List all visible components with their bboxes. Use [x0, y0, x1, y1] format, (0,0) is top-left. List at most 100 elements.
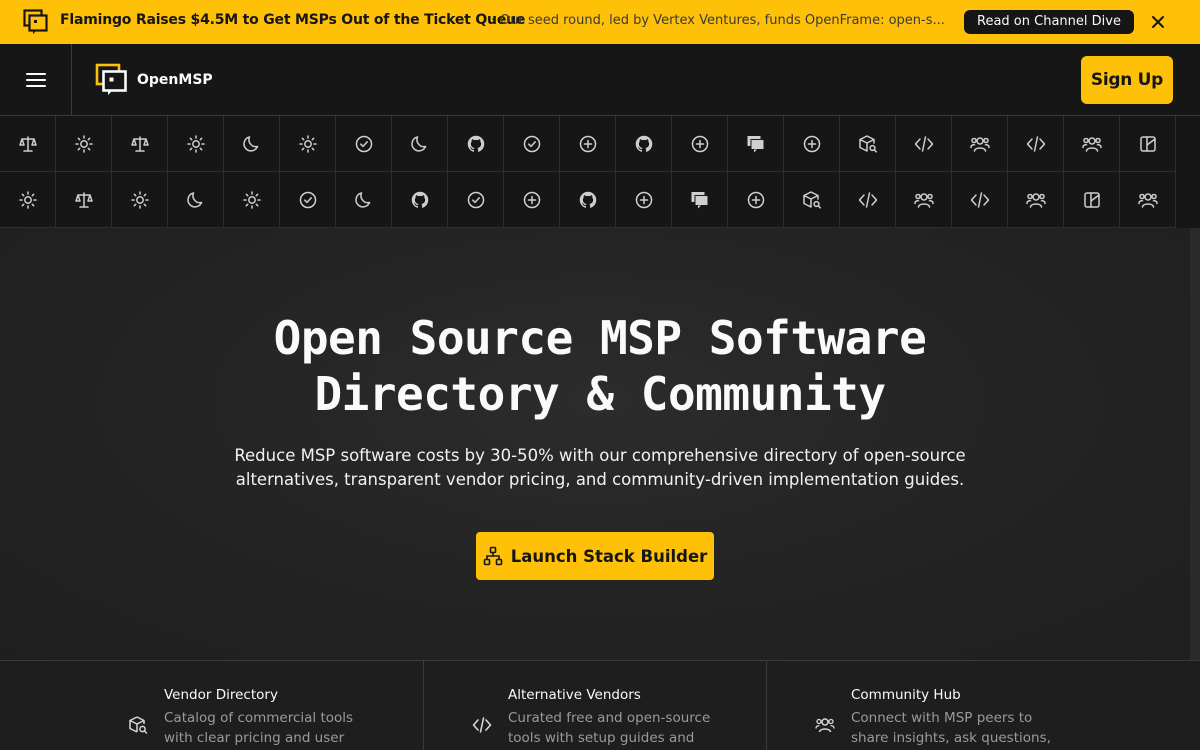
icon-grid-cell [168, 116, 224, 172]
layout-icon [1083, 191, 1100, 208]
icon-grid-cell [728, 116, 784, 172]
github-icon [467, 135, 484, 152]
icon-grid-cell [1064, 116, 1120, 172]
icon-grid-cell [392, 116, 448, 172]
icon-grid-cell [840, 116, 896, 172]
sun-icon [130, 190, 149, 209]
icon-grid-cell [168, 172, 224, 228]
github-icon [635, 135, 652, 152]
code-icon [914, 135, 933, 152]
sun-icon [18, 190, 37, 209]
icon-grid-cell [56, 172, 112, 228]
box-search-icon [858, 134, 877, 153]
icon-grid-cell [336, 172, 392, 228]
menu-button[interactable] [0, 44, 72, 115]
sign-up-button[interactable]: Sign Up [1081, 56, 1173, 104]
users-icon [969, 136, 990, 152]
icon-grid-cell [112, 172, 168, 228]
icon-grid-cell [448, 172, 504, 228]
hero-section: Open Source MSP Software Directory & Com… [0, 228, 1200, 660]
feature-divider [766, 661, 767, 750]
hero-subtitle: Reduce MSP software costs by 30-50% with… [190, 444, 1010, 492]
icon-grid-cell [1120, 172, 1176, 228]
icon-grid-cell [504, 172, 560, 228]
plus-circle-icon [803, 135, 820, 152]
check-circle-icon [355, 135, 372, 152]
icon-grid-cell [1008, 172, 1064, 228]
users-icon [913, 192, 934, 208]
icon-grid-cell [728, 172, 784, 228]
code-icon [858, 191, 877, 208]
feature-description: Connect with MSP peers to share insights… [851, 710, 1051, 746]
icon-grid-cell [224, 116, 280, 172]
scale-icon [74, 191, 93, 208]
feature-description: Curated free and open-source tools with … [508, 710, 711, 746]
github-icon [579, 191, 596, 208]
icon-grid-cell [840, 172, 896, 228]
read-on-channel-dive-button[interactable]: Read on Channel Dive [964, 10, 1134, 34]
users-icon [1025, 192, 1046, 208]
launch-stack-builder-button[interactable]: Launch Stack Builder [476, 532, 714, 580]
icon-grid-cell [0, 172, 56, 228]
brand-logo[interactable]: OpenMSP [95, 63, 213, 97]
moon-icon [410, 135, 426, 152]
hero-title: Open Source MSP Software Directory & Com… [100, 310, 1100, 422]
users-icon [1137, 192, 1158, 208]
icon-grid-cell [112, 116, 168, 172]
plus-circle-icon [747, 191, 764, 208]
feature-divider [423, 661, 424, 750]
icon-grid-cell [448, 116, 504, 172]
users-icon [1081, 136, 1102, 152]
code-icon [472, 717, 492, 733]
hero-title-line: Directory & Community [314, 367, 886, 421]
scale-icon [130, 135, 149, 152]
hero-title-line: Open Source MSP Software [273, 311, 927, 365]
icon-grid-cell [392, 172, 448, 228]
box-search-icon [802, 190, 821, 209]
scale-icon [18, 135, 37, 152]
icon-grid-cell [280, 116, 336, 172]
icon-grid-cell [616, 172, 672, 228]
feature-card-alternative-vendors[interactable]: Alternative Vendors Curated free and ope… [472, 661, 752, 750]
icon-grid-cell [672, 172, 728, 228]
announcement-separator: · [491, 12, 496, 28]
feature-title: Alternative Vendors [508, 687, 641, 703]
plus-circle-icon [691, 135, 708, 152]
feature-card-vendor-directory[interactable]: Vendor Directory Catalog of commercial t… [128, 661, 408, 750]
feature-title: Vendor Directory [164, 687, 278, 703]
icon-grid-cell [56, 116, 112, 172]
moon-icon [242, 135, 258, 152]
scrollbar[interactable] [1190, 228, 1200, 660]
icon-grid-cell [1064, 172, 1120, 228]
hero-subtitle-line: alternatives, transparent vendor pricing… [235, 470, 965, 489]
openmsp-logo-icon [95, 63, 127, 95]
check-circle-icon [523, 135, 540, 152]
site-header: OpenMSP Sign Up [0, 44, 1200, 116]
openmsp-logo-icon [23, 9, 48, 34]
moon-icon [354, 191, 370, 208]
icon-grid-cell [0, 116, 56, 172]
icon-grid-cell [224, 172, 280, 228]
sun-icon [298, 134, 317, 153]
icon-grid-cell [280, 172, 336, 228]
sun-icon [242, 190, 261, 209]
close-icon[interactable] [1149, 13, 1167, 31]
moon-icon [186, 191, 202, 208]
feature-card-community-hub[interactable]: Community Hub Connect with MSP peers to … [815, 661, 1095, 750]
box-search-icon [129, 716, 148, 734]
icon-grid-banner [0, 116, 1200, 228]
feature-description: Catalog of commercial tools with clear p… [164, 710, 354, 746]
announcement-headline[interactable]: Flamingo Raises $4.5M to Get MSPs Out of… [60, 12, 525, 28]
layout-icon [1139, 135, 1156, 152]
chat-icon [747, 135, 764, 152]
icon-grid-cell [952, 116, 1008, 172]
hamburger-menu-icon [25, 72, 46, 87]
brand-name: OpenMSP [137, 72, 213, 88]
icon-grid-cell [336, 116, 392, 172]
icon-grid-cell [896, 172, 952, 228]
plus-circle-icon [523, 191, 540, 208]
sun-icon [74, 134, 93, 153]
check-circle-icon [299, 191, 316, 208]
icon-grid-cell [616, 116, 672, 172]
icon-grid-cell [784, 172, 840, 228]
